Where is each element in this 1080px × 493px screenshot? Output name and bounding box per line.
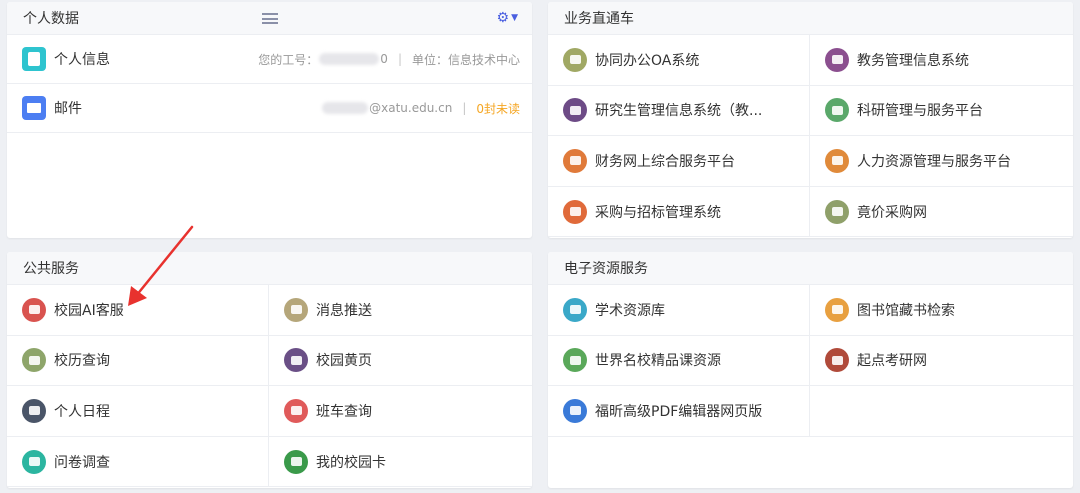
service-link-calendar[interactable]: 校历查询 [7, 335, 269, 387]
staff-id-tail: 0 [380, 52, 388, 66]
staff-id-redacted [319, 53, 380, 65]
email-redacted [322, 102, 369, 114]
service-label: 福昕高级PDF编辑器网页版 [595, 403, 763, 420]
personal-info-details: 您的工号： 0 | 单位：信息技术中心 [258, 51, 520, 68]
service-label: 科研管理与服务平台 [857, 103, 983, 120]
service-link-finance[interactable]: 财务网上综合服务平台 [548, 136, 810, 187]
e-resources-header: 电子资源服务 [548, 252, 1073, 285]
service-label: 竟价采购网 [857, 204, 927, 221]
monitor-icon [825, 47, 849, 72]
chevron-down-icon[interactable]: ▼ [511, 13, 518, 23]
email-details: @xatu.edu.cn | 0封未读 [321, 100, 520, 117]
service-link-library-search[interactable]: 图书馆藏书检索 [810, 285, 1073, 336]
yellow-pages-icon [284, 348, 308, 373]
service-link-campus-card[interactable]: 我的校园卡 [269, 437, 532, 488]
finance-icon [563, 148, 587, 173]
service-label: 世界名校精品课资源 [595, 353, 721, 370]
service-label: 人力资源管理与服务平台 [857, 153, 1011, 170]
service-link-purchase[interactable]: 采购与招标管理系统 [548, 186, 810, 238]
service-label: 校历查询 [54, 353, 110, 370]
hr-icon [825, 148, 849, 173]
public-services-panel: 公共服务 校园AI客服 消息推送校历查询 校园黄页个人日程 班车查询问卷调查 我的校园卡 [7, 252, 532, 488]
service-label: 采购与招标管理系统 [595, 204, 721, 221]
e-resources-grid: 学术资源库 图书馆藏书检索世界名校精品课资源 起点考研网福昕高级PDF编辑器网页版 [548, 285, 1073, 437]
service-label: 消息推送 [316, 302, 372, 319]
empty-cell [810, 386, 1073, 437]
academic-db-icon [563, 297, 587, 322]
exam-icon [825, 348, 849, 373]
menu-icon[interactable] [262, 13, 278, 24]
service-link-monitor[interactable]: 研究生管理信息系统（教... [548, 85, 810, 137]
business-express-header: 业务直通车 [548, 2, 1073, 35]
service-link-pdf-editor[interactable]: 福昕高级PDF编辑器网页版 [548, 386, 810, 437]
course-icon [563, 348, 587, 373]
briefcase-icon [563, 47, 587, 72]
service-link-exam[interactable]: 起点考研网 [810, 336, 1073, 387]
service-link-schedule[interactable]: 个人日程 [7, 386, 269, 437]
service-label: 个人日程 [54, 403, 110, 420]
service-label: 校园AI客服 [54, 302, 124, 319]
service-link-ai-service[interactable]: 校园AI客服 [7, 285, 269, 336]
service-link-survey[interactable]: 问卷调查 [7, 436, 269, 488]
business-express-title: 业务直通车 [564, 11, 634, 27]
unread-count[interactable]: 0封未读 [476, 100, 520, 117]
staff-id-label: 您的工号： [258, 52, 319, 67]
service-link-academic-db[interactable]: 学术资源库 [548, 285, 810, 336]
department-label: 单位：信息技术中心 [411, 52, 520, 67]
bus-icon [284, 398, 308, 423]
calendar-icon [22, 348, 46, 373]
business-express-grid: 协同办公OA系统 教务管理信息系统研究生管理信息系统（教... 科研管理与服务平台财… [548, 35, 1073, 238]
bid-icon [825, 199, 849, 224]
service-label: 我的校园卡 [316, 454, 386, 471]
service-link-bus[interactable]: 班车查询 [269, 386, 532, 437]
public-services-header: 公共服务 [7, 252, 532, 285]
purchase-icon [563, 199, 587, 224]
service-label: 研究生管理信息系统（教... [595, 103, 763, 120]
service-link-bid[interactable]: 竟价采购网 [810, 187, 1073, 238]
email-domain: @xatu.edu.cn [369, 101, 453, 115]
library-search-icon [825, 297, 849, 322]
service-link-research[interactable]: 科研管理与服务平台 [810, 86, 1073, 137]
campus-card-icon [284, 449, 308, 474]
separator: | [462, 101, 467, 115]
service-label: 协同办公OA系统 [595, 52, 700, 69]
public-services-title: 公共服务 [23, 261, 79, 277]
service-label: 校园黄页 [316, 353, 372, 370]
id-card-icon [22, 47, 46, 71]
pdf-editor-icon [563, 398, 587, 423]
e-resources-panel: 电子资源服务 学术资源库 图书馆藏书检索世界名校精品课资源 起点考研网福昕高级PDF… [548, 252, 1073, 488]
message-icon [284, 297, 308, 322]
schedule-icon [22, 398, 46, 423]
personal-data-title: 个人数据 [23, 11, 79, 27]
service-label: 图书馆藏书检索 [857, 302, 955, 319]
monitor-icon [563, 98, 587, 123]
research-icon [825, 98, 849, 123]
service-label: 起点考研网 [857, 353, 927, 370]
service-link-hr[interactable]: 人力资源管理与服务平台 [810, 136, 1073, 187]
service-label: 问卷调查 [54, 454, 110, 471]
service-link-monitor[interactable]: 教务管理信息系统 [810, 35, 1073, 86]
service-label: 财务网上综合服务平台 [595, 153, 735, 170]
ai-service-icon [22, 297, 46, 322]
survey-icon [22, 449, 46, 474]
separator: | [397, 52, 402, 66]
settings-gear-icon[interactable]: ⚙ ▼ [497, 10, 518, 26]
service-link-course[interactable]: 世界名校精品课资源 [548, 335, 810, 387]
email-row[interactable]: 邮件 @xatu.edu.cn | 0封未读 [7, 84, 532, 133]
service-label: 教务管理信息系统 [857, 52, 969, 69]
personal-data-panel: 个人数据 ⚙ ▼ 个人信息 您的工号： 0 | 单位：信息技术中心 邮件 @xat… [7, 2, 532, 238]
service-link-message[interactable]: 消息推送 [269, 285, 532, 336]
service-label: 班车查询 [316, 403, 372, 420]
mail-icon [22, 96, 46, 120]
personal-info-label: 个人信息 [54, 52, 110, 68]
email-label: 邮件 [54, 101, 82, 117]
personal-info-row[interactable]: 个人信息 您的工号： 0 | 单位：信息技术中心 [7, 35, 532, 84]
e-resources-title: 电子资源服务 [564, 261, 648, 277]
personal-data-header: 个人数据 ⚙ ▼ [7, 2, 532, 35]
public-services-grid: 校园AI客服 消息推送校历查询 校园黄页个人日程 班车查询问卷调查 我的校园卡 [7, 285, 532, 488]
service-label: 学术资源库 [595, 302, 665, 319]
service-link-yellow-pages[interactable]: 校园黄页 [269, 336, 532, 387]
business-express-panel: 业务直通车 协同办公OA系统 教务管理信息系统研究生管理信息系统（教... 科研管理… [548, 2, 1073, 238]
service-link-briefcase[interactable]: 协同办公OA系统 [548, 35, 810, 86]
